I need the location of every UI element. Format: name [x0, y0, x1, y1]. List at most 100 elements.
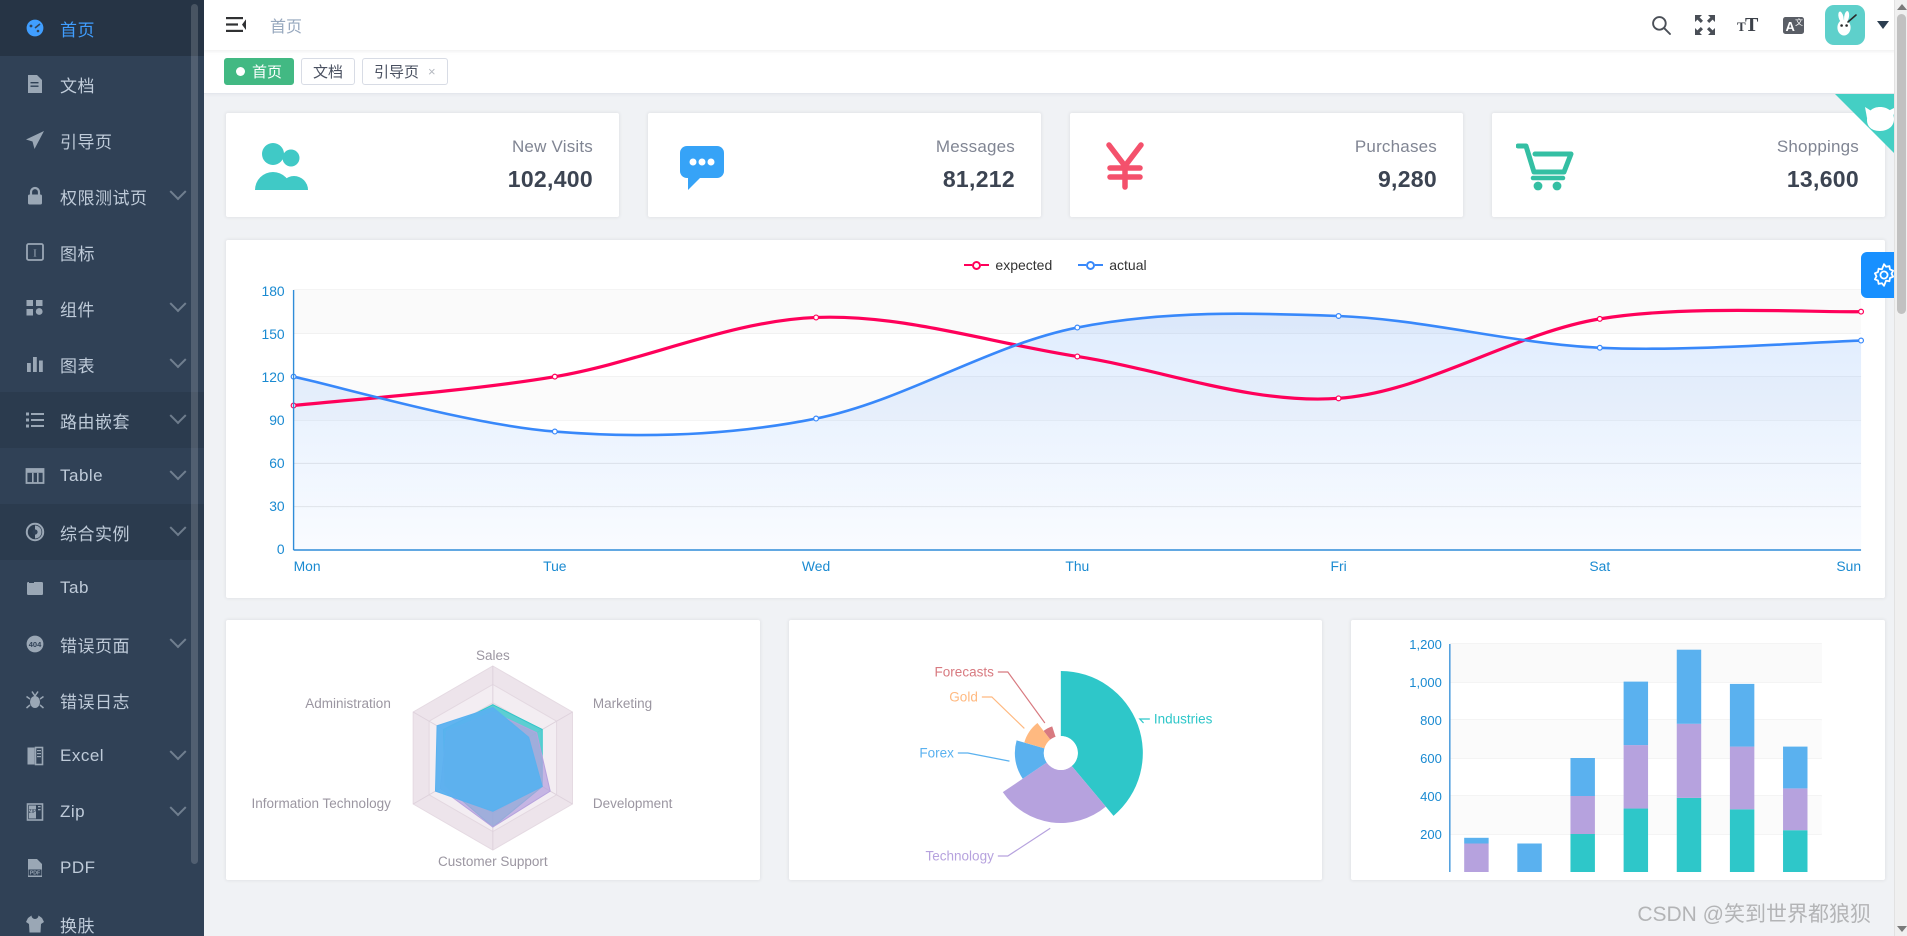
sidebar-item-label: 图标 — [60, 244, 95, 264]
sidebar-item-label: 换肤 — [60, 916, 95, 936]
sidebar-item-label: 图表 — [60, 356, 95, 376]
sidebar-item-16[interactable]: PDF PDF — [0, 840, 204, 896]
sidebar-item-label: 组件 — [60, 300, 95, 320]
sidebar-item-label: PDF — [60, 858, 96, 877]
icon-icon: I — [24, 241, 46, 263]
scroll-up-arrow[interactable] — [1897, 4, 1907, 10]
sidebar-item-2[interactable]: 文档 — [0, 56, 204, 112]
github-cat-icon[interactable] — [1863, 104, 1897, 139]
svg-text:ZIP: ZIP — [29, 809, 37, 815]
sidebar-item-12[interactable]: 404 错误页面 — [0, 616, 204, 672]
tab-2[interactable]: 文档 — [301, 58, 356, 85]
stat-cards-row: New Visits 102,400 Messages 81,212 Purchases… — [226, 113, 1885, 217]
tab-3[interactable]: 引导页 × — [362, 58, 448, 85]
stat-card-title: Purchases — [1354, 137, 1437, 156]
page-scrollbar[interactable] — [1894, 0, 1907, 936]
stat-card-3[interactable]: Purchases 9,280 — [1070, 113, 1463, 217]
stat-card-title: New Visits — [511, 137, 593, 156]
example-icon — [24, 521, 46, 543]
sidebar-item-5[interactable]: I 图标 — [0, 224, 204, 280]
theme-icon — [24, 913, 46, 935]
message-icon — [672, 137, 734, 193]
shopping-icon — [1516, 137, 1578, 193]
main-area: 首页 T T A 文 首页 文档 引导页 × New Visits 102,40… — [204, 0, 1907, 936]
legend-marker-icon — [964, 260, 990, 270]
stat-card-1[interactable]: New Visits 102,400 — [226, 113, 619, 217]
svg-text:Gold: Gold — [949, 690, 978, 705]
pie-chart-panel[interactable]: Industries Technology Forex Gold Forecasts — [788, 620, 1323, 880]
sidebar-item-label: 错误日志 — [60, 692, 130, 712]
legend-item-2[interactable]: actual — [1078, 257, 1147, 273]
sidebar-item-4[interactable]: 权限测试页 — [0, 168, 204, 224]
svg-text:150: 150 — [262, 326, 285, 342]
line-chart-plot[interactable]: 0 30 60 90 120 150 180 Mon Tue Wed Thu Fri Sat Sun — [242, 278, 1869, 588]
search-icon[interactable] — [1649, 13, 1673, 37]
fullscreen-icon[interactable] — [1693, 13, 1717, 37]
sidebar-item-label: 权限测试页 — [60, 188, 148, 208]
sidebar-item-15[interactable]: ZIP Zip — [0, 784, 204, 840]
chevron-down-icon[interactable] — [1877, 21, 1889, 29]
svg-text:Mon: Mon — [294, 558, 321, 574]
chart-icon — [24, 353, 46, 375]
sidebar-item-6[interactable]: 组件 — [0, 280, 204, 336]
tab-1[interactable]: 首页 — [224, 58, 295, 85]
sidebar-item-label: Tab — [60, 578, 89, 597]
dashboard-icon — [24, 17, 46, 39]
sidebar-item-7[interactable]: 图表 — [0, 336, 204, 392]
radar-chart-panel[interactable]: Sales Marketing Development Customer Suppor… — [226, 620, 760, 880]
tab-label: 文档 — [313, 64, 344, 81]
sidebar-item-9[interactable]: Table — [0, 448, 204, 504]
stat-card-text: Messages 81,212 — [936, 137, 1015, 193]
svg-text:0: 0 — [277, 541, 285, 557]
legend-label: expected — [995, 257, 1053, 273]
hamburger-icon[interactable] — [224, 13, 248, 37]
svg-text:600: 600 — [1420, 751, 1442, 766]
sidebar-item-label: Table — [60, 466, 104, 485]
tab-label: 引导页 — [374, 64, 420, 81]
money-icon — [1094, 137, 1156, 193]
svg-text:PDF: PDF — [30, 871, 40, 877]
stat-card-2[interactable]: Messages 81,212 — [648, 113, 1041, 217]
scroll-down-arrow[interactable] — [1897, 926, 1907, 932]
sidebar-item-13[interactable]: 错误日志 — [0, 672, 204, 728]
pdf-icon: PDF — [24, 857, 46, 879]
zip-icon: ZIP — [24, 801, 46, 823]
breadcrumb[interactable]: 首页 — [270, 13, 302, 37]
stat-card-4[interactable]: Shoppings 13,600 — [1492, 113, 1885, 217]
bug-icon — [24, 689, 46, 711]
font-size-icon[interactable]: T T — [1737, 13, 1761, 37]
close-icon[interactable]: × — [428, 64, 436, 79]
chevron-down-icon — [169, 295, 187, 313]
svg-text:A: A — [1785, 19, 1795, 34]
stat-card-value: 102,400 — [507, 166, 593, 192]
navbar: 首页 T T A 文 — [204, 0, 1907, 50]
svg-text:404: 404 — [29, 640, 42, 649]
chevron-down-icon — [169, 351, 187, 369]
sidebar-item-8[interactable]: 路由嵌套 — [0, 392, 204, 448]
sidebar-item-1[interactable]: 首页 — [0, 0, 204, 56]
svg-text:I: I — [33, 248, 37, 260]
scroll-thumb[interactable] — [1897, 14, 1906, 314]
svg-text:30: 30 — [269, 498, 285, 514]
chevron-down-icon — [169, 183, 187, 201]
people-icon — [250, 137, 312, 193]
line-chart-legend: expected actual — [242, 252, 1869, 278]
sidebar-item-label: 引导页 — [60, 132, 113, 152]
legend-marker-icon — [1078, 260, 1104, 270]
sidebar-item-14[interactable]: Excel — [0, 728, 204, 784]
sidebar-scrollbar[interactable] — [191, 4, 198, 864]
svg-text:Customer Support: Customer Support — [438, 854, 548, 869]
bar-chart-panel[interactable]: 200 400 600 800 1,000 1,200 — [1351, 620, 1886, 880]
translate-icon[interactable]: A 文 — [1781, 13, 1805, 37]
avatar[interactable] — [1825, 5, 1865, 45]
sidebar-item-10[interactable]: 综合实例 — [0, 504, 204, 560]
stat-card-value: 81,212 — [942, 166, 1015, 192]
sidebar-item-17[interactable]: 换肤 — [0, 896, 204, 936]
svg-text:180: 180 — [262, 283, 285, 299]
legend-item-1[interactable]: expected — [964, 257, 1052, 273]
sidebar-item-11[interactable]: Tab — [0, 560, 204, 616]
sidebar-item-3[interactable]: 引导页 — [0, 112, 204, 168]
line-chart-panel: expected actual 0 30 60 90 120 150 180 Mon Tue Wed… — [226, 240, 1885, 598]
svg-text:Industries: Industries — [1154, 712, 1213, 727]
excel-icon — [24, 745, 46, 767]
